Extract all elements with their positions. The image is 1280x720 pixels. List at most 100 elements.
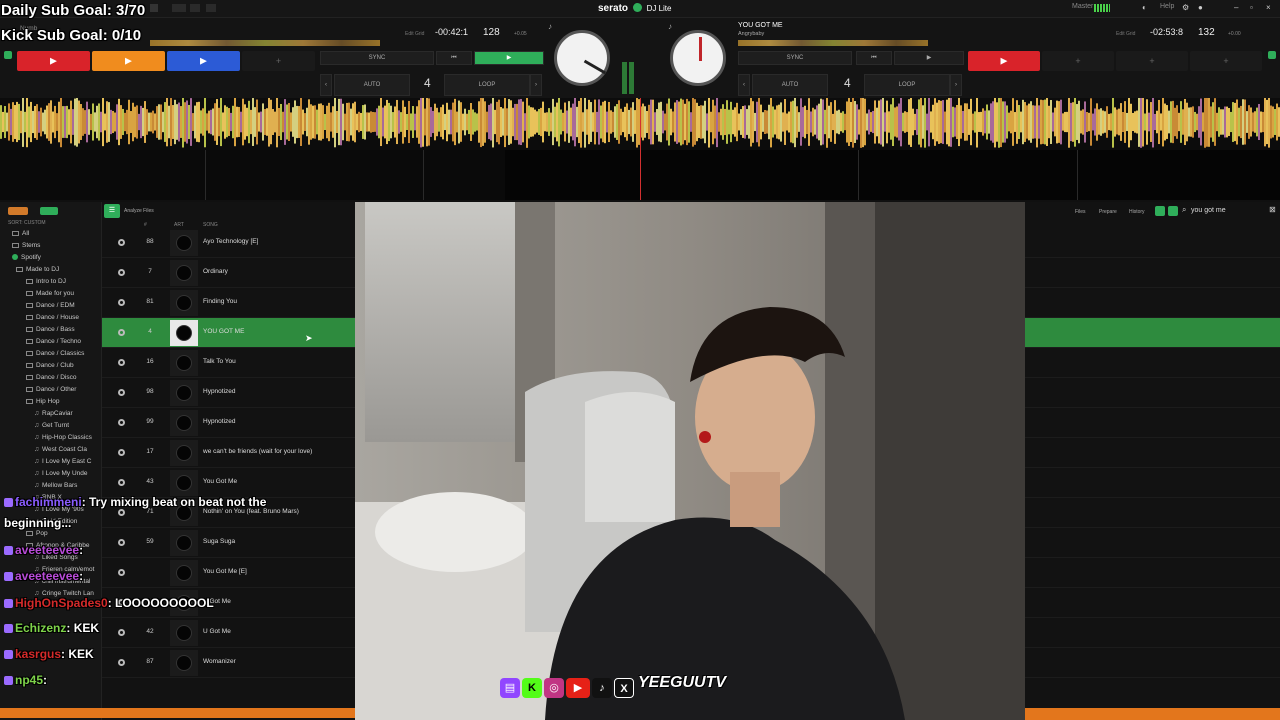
deck-b-overview-wave[interactable] — [738, 40, 928, 46]
sidebar-item[interactable]: Dance / EDM — [26, 302, 75, 309]
deck-b-cue-pad-4[interactable]: + — [1190, 51, 1262, 71]
deck-a-edit-grid[interactable]: Edit Grid — [405, 31, 424, 37]
chat-username[interactable]: kasrgus — [15, 647, 61, 661]
deck-b-cue-button[interactable]: ⏮ — [856, 51, 892, 65]
sidebar-item[interactable]: Dance / Other — [26, 386, 76, 393]
track-row-extension[interactable] — [1025, 498, 1280, 528]
track-row-extension[interactable] — [1025, 288, 1280, 318]
list-view-icon[interactable]: ☰ — [104, 204, 120, 218]
chat-username[interactable]: aveeteevee — [15, 543, 79, 557]
deck-a-cue-pad-2[interactable]: ▶ — [92, 51, 165, 71]
deck-a-jog-wheel[interactable] — [554, 30, 610, 86]
deck-b-cue-pad-2[interactable]: + — [1042, 51, 1114, 71]
chat-username[interactable]: Echizenz — [15, 621, 66, 635]
deck-b-cue-pad-1[interactable]: ▶ — [968, 51, 1040, 71]
sidebar-item[interactable]: Made to DJ — [16, 266, 59, 273]
track-row-extension[interactable] — [1025, 558, 1280, 588]
all-icon[interactable] — [1168, 206, 1178, 216]
track-row-extension[interactable] — [1025, 258, 1280, 288]
sidebar-item[interactable]: ♫ Mellow Bars — [34, 482, 77, 489]
sidebar-item[interactable]: ♫ I Love My Unde — [34, 470, 88, 477]
deck-a-loop-button[interactable]: LOOP — [444, 74, 530, 96]
deck-a-cue-pad-4[interactable]: + — [242, 51, 315, 71]
sidebar-item[interactable]: Dance / House — [26, 314, 79, 321]
track-row[interactable]: 88 Ayo Technology [E] — [102, 228, 355, 258]
deck-b-loop-button[interactable]: LOOP — [864, 74, 950, 96]
sidebar-item[interactable]: Dance / Techno — [26, 338, 81, 345]
deck-b-jog-wheel[interactable] — [670, 30, 726, 86]
track-row-extension[interactable] — [1025, 348, 1280, 378]
sidebar-item[interactable]: All — [12, 230, 29, 237]
sidebar-item[interactable]: Dance / Club — [26, 362, 74, 369]
search-input[interactable]: you got me — [1191, 207, 1226, 214]
gear-icon[interactable]: ⚙ — [1182, 3, 1189, 12]
deck-a-auto-loop[interactable]: AUTO — [334, 74, 410, 96]
track-row[interactable]: 59 Suga Suga — [102, 528, 355, 558]
deck-b-auto-loop[interactable]: AUTO — [752, 74, 828, 96]
track-row[interactable]: 81 Finding You — [102, 288, 355, 318]
sidebar-item[interactable]: ♫ Get Turnt — [34, 422, 69, 429]
deck-b-sync-button[interactable]: SYNC — [738, 51, 852, 65]
chat-username[interactable]: np45 — [15, 673, 43, 687]
deck-b-cue-pad-3[interactable]: + — [1116, 51, 1188, 71]
tab-files[interactable]: Files — [1075, 209, 1086, 215]
filter-icon[interactable] — [1155, 206, 1165, 216]
chat-username[interactable]: fachimmeni — [15, 495, 82, 509]
cue-status-icon[interactable] — [118, 659, 125, 666]
deck-b-key-icon[interactable]: ♪ — [668, 22, 672, 31]
deck-b-loop-prev[interactable]: ‹ — [738, 74, 750, 96]
track-row[interactable]: 17 we can't be friends (wait for your lov… — [102, 438, 355, 468]
track-row[interactable]: 42 U Got Me — [102, 618, 355, 648]
sidebar-item[interactable]: Made for you — [26, 290, 74, 297]
help-menu[interactable]: Help — [1160, 3, 1174, 10]
sidebar-item[interactable]: Dance / Disco — [26, 374, 76, 381]
mode-icon[interactable] — [172, 4, 186, 12]
track-row-extension[interactable] — [1025, 318, 1280, 348]
cue-status-icon[interactable] — [118, 359, 125, 366]
sidebar-item[interactable]: Dance / Bass — [26, 326, 75, 333]
beat-grid-area[interactable] — [0, 98, 1280, 200]
cue-status-icon[interactable] — [118, 449, 125, 456]
clear-search-icon[interactable]: ⊠ — [1269, 205, 1276, 214]
midi-icon[interactable] — [206, 4, 216, 12]
track-row[interactable]: 98 Hypnotized — [102, 378, 355, 408]
deck-b-loop-next[interactable]: › — [950, 74, 962, 96]
maximize-icon[interactable]: ▫ — [1250, 3, 1253, 12]
track-row-extension[interactable] — [1025, 468, 1280, 498]
track-row-selected[interactable]: 4 YOU GOT ME — [102, 318, 355, 348]
deck-a-cue-pad-3[interactable]: ▶ — [167, 51, 240, 71]
deck-a-play-button[interactable]: ▶ — [474, 51, 544, 65]
sidebar-item[interactable]: Dance / Classics — [26, 350, 84, 357]
deck-b-play-button[interactable]: ▶ — [894, 51, 964, 65]
track-row-extension[interactable] — [1025, 438, 1280, 468]
sidebar-item[interactable]: Pop — [26, 530, 48, 537]
record-icon[interactable] — [150, 4, 158, 12]
deck-a-loop-next[interactable]: › — [530, 74, 542, 96]
deck-a-sync-button[interactable]: SYNC — [320, 51, 434, 65]
sync-icon[interactable]: ◐ — [1142, 3, 1147, 12]
account-icon[interactable]: ● — [1198, 3, 1203, 12]
deck-a-loop-prev[interactable]: ‹ — [320, 74, 332, 96]
tab-prepare[interactable]: Prepare — [1099, 209, 1117, 215]
track-row-extension[interactable] — [1025, 648, 1280, 678]
sidebar-item[interactable]: ♫ Hip-Hop Classics — [34, 434, 92, 441]
track-row[interactable]: 43 You Got Me — [102, 468, 355, 498]
track-row[interactable]: You Got Me [E] — [102, 558, 355, 588]
deck-a-key-icon[interactable]: ♪ — [548, 22, 552, 31]
cue-status-icon[interactable] — [118, 239, 125, 246]
cue-status-icon[interactable] — [118, 419, 125, 426]
cue-status-icon[interactable] — [118, 629, 125, 636]
chat-username[interactable]: HighOnSpades0 — [15, 596, 108, 610]
minimize-icon[interactable]: – — [1234, 3, 1238, 12]
deck-a-overview-wave[interactable] — [150, 40, 380, 46]
deck-a-cue-button[interactable]: ⏮ — [436, 51, 472, 65]
track-row-extension[interactable] — [1025, 588, 1280, 618]
chat-username[interactable]: aveeteevee — [15, 569, 79, 583]
track-row-extension[interactable] — [1025, 228, 1280, 258]
add-crate-icon[interactable] — [8, 207, 28, 215]
analyze-files-button[interactable]: Analyze Files — [124, 208, 154, 214]
sidebar-item[interactable]: Spotify — [12, 254, 41, 261]
close-icon[interactable]: × — [1266, 3, 1271, 12]
track-row[interactable]: 87 Womanizer — [102, 648, 355, 678]
sidebar-item[interactable]: ♫ West Coast Cla — [34, 446, 87, 453]
